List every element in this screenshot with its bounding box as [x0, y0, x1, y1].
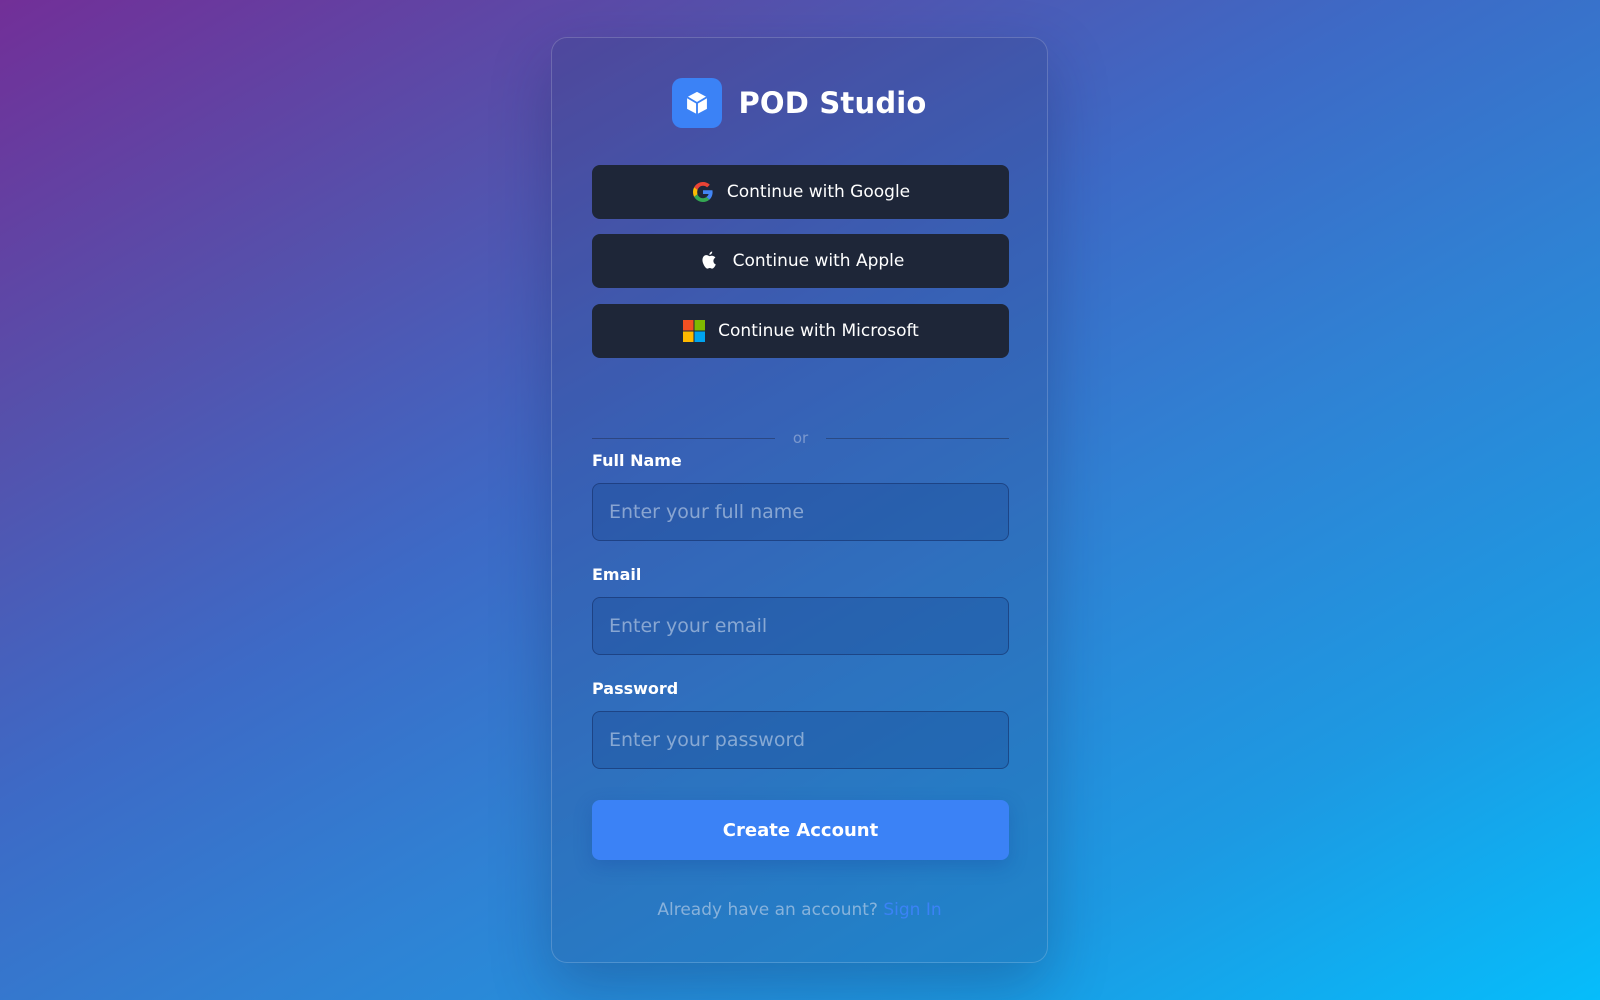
divider-line-left	[592, 437, 775, 439]
google-signin-button[interactable]: Continue with Google	[592, 165, 1009, 219]
signup-card: POD Studio Continue with Google Continue…	[551, 37, 1048, 963]
apple-icon	[697, 249, 721, 273]
microsoft-icon	[682, 319, 706, 343]
email-input[interactable]	[592, 597, 1009, 655]
divider-text: or	[792, 429, 809, 447]
create-account-button[interactable]: Create Account	[592, 800, 1009, 860]
signin-prompt: Already have an account? Sign In	[552, 900, 1047, 920]
google-signin-label: Continue with Google	[726, 182, 911, 202]
email-label: Email	[592, 565, 642, 584]
password-label: Password	[592, 679, 679, 698]
full-name-input[interactable]	[592, 483, 1009, 541]
apple-signin-button[interactable]: Continue with Apple	[592, 234, 1009, 288]
apple-signin-label: Continue with Apple	[732, 251, 905, 271]
or-divider: or	[592, 428, 1010, 448]
google-icon	[691, 180, 715, 204]
divider-line-right	[826, 437, 1010, 439]
microsoft-signin-label: Continue with Microsoft	[718, 321, 919, 341]
brand-header: POD Studio	[552, 78, 1047, 128]
brand-name: POD Studio	[738, 86, 927, 120]
full-name-label: Full Name	[592, 451, 682, 470]
cube-icon	[672, 78, 723, 128]
sign-in-link[interactable]: Sign In	[883, 900, 941, 920]
signin-prompt-text: Already have an account?	[657, 900, 878, 920]
password-input[interactable]	[592, 711, 1009, 769]
microsoft-signin-button[interactable]: Continue with Microsoft	[592, 304, 1009, 358]
